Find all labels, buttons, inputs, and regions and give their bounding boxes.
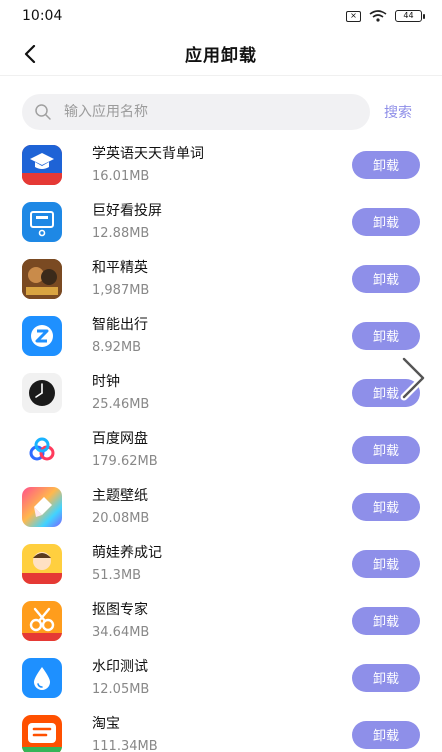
uninstall-button[interactable]: 卸载 xyxy=(352,321,420,350)
app-name: 水印测试 xyxy=(92,658,148,675)
app-list: 学英语天天背单词 16.01MB 卸载 巨好看投屏 12.88MB 卸载 和平精… xyxy=(0,136,442,752)
app-row-baidu-netdisk: 百度网盘 179.62MB 卸载 xyxy=(0,421,442,478)
uninstall-button[interactable]: 卸载 xyxy=(352,663,420,692)
clock-icon xyxy=(22,372,62,413)
page-title: 应用卸载 xyxy=(185,46,257,66)
uninstall-button[interactable]: 卸载 xyxy=(352,150,420,179)
app-row-taobao: 淘宝 111.34MB 卸载 xyxy=(0,706,442,752)
app-size: 20.08MB xyxy=(92,510,150,526)
app-name: 时钟 xyxy=(92,373,120,390)
app-row-learn-english: 学英语天天背单词 16.01MB 卸载 xyxy=(0,136,442,193)
app-row-smart-travel: 智能出行 8.92MB 卸载 xyxy=(0,307,442,364)
no-sim-icon: × xyxy=(346,10,361,22)
uninstall-button[interactable]: 卸载 xyxy=(352,264,420,293)
water-drop-icon xyxy=(22,657,62,698)
uninstall-button[interactable]: 卸载 xyxy=(352,549,420,578)
travel-icon xyxy=(22,315,62,356)
status-time: 10:04 xyxy=(22,8,63,24)
status-bar: 10:04 × 44 xyxy=(0,0,442,32)
game-icon xyxy=(22,258,62,299)
app-name: 百度网盘 xyxy=(92,430,148,447)
cloud-icon xyxy=(22,429,62,470)
app-name: 萌娃养成记 xyxy=(92,544,162,561)
app-row-baby-growth: 萌娃养成记 51.3MB 卸载 xyxy=(0,535,442,592)
app-name: 主题壁纸 xyxy=(92,487,148,504)
app-name: 和平精英 xyxy=(92,259,148,276)
uninstall-button[interactable]: 卸载 xyxy=(352,435,420,464)
app-row-peace-elite: 和平精英 1,987MB 卸载 xyxy=(0,250,442,307)
app-size: 12.88MB xyxy=(92,225,150,241)
app-size: 111.34MB xyxy=(92,738,158,752)
app-name: 巨好看投屏 xyxy=(92,202,162,219)
theme-icon xyxy=(22,486,62,527)
kid-icon xyxy=(22,543,62,584)
search-row: 搜索 xyxy=(0,94,442,130)
app-row-clock: 时钟 25.46MB 卸载 xyxy=(0,364,442,421)
app-size: 34.64MB xyxy=(92,624,150,640)
app-size: 16.01MB xyxy=(92,168,150,184)
app-row-cutout-expert: 抠图专家 34.64MB 卸载 xyxy=(0,592,442,649)
cast-screen-icon xyxy=(22,201,62,242)
app-name: 智能出行 xyxy=(92,316,148,333)
taobao-icon xyxy=(22,714,62,752)
nav-bar: 应用卸载 xyxy=(0,32,442,76)
uninstall-button[interactable]: 卸载 xyxy=(352,207,420,236)
app-row-screen-cast: 巨好看投屏 12.88MB 卸载 xyxy=(0,193,442,250)
app-size: 25.46MB xyxy=(92,396,150,412)
back-button[interactable] xyxy=(16,40,44,68)
search-box[interactable] xyxy=(22,94,370,130)
chevron-right-icon[interactable] xyxy=(396,355,430,401)
graduation-cap-icon xyxy=(22,144,62,185)
uninstall-button[interactable]: 卸载 xyxy=(352,492,420,521)
app-size: 179.62MB xyxy=(92,453,158,469)
uninstall-button[interactable]: 卸载 xyxy=(352,720,420,749)
status-icons: × 44 xyxy=(346,10,425,22)
app-size: 12.05MB xyxy=(92,681,150,697)
app-size: 51.3MB xyxy=(92,567,142,583)
search-icon xyxy=(35,104,51,120)
app-row-theme-wallpaper: 主题壁纸 20.08MB 卸载 xyxy=(0,478,442,535)
chevron-left-icon xyxy=(24,45,36,63)
app-name: 学英语天天背单词 xyxy=(92,145,204,162)
search-button[interactable]: 搜索 xyxy=(384,102,412,122)
app-size: 8.92MB xyxy=(92,339,142,355)
app-size: 1,987MB xyxy=(92,282,150,298)
app-row-watermark-test: 水印测试 12.05MB 卸载 xyxy=(0,649,442,706)
cutout-icon xyxy=(22,600,62,641)
wifi-icon xyxy=(369,10,387,22)
app-name: 淘宝 xyxy=(92,715,120,732)
search-input[interactable] xyxy=(64,104,324,120)
battery-icon: 44 xyxy=(395,10,425,22)
uninstall-button[interactable]: 卸载 xyxy=(352,606,420,635)
app-name: 抠图专家 xyxy=(92,601,148,618)
